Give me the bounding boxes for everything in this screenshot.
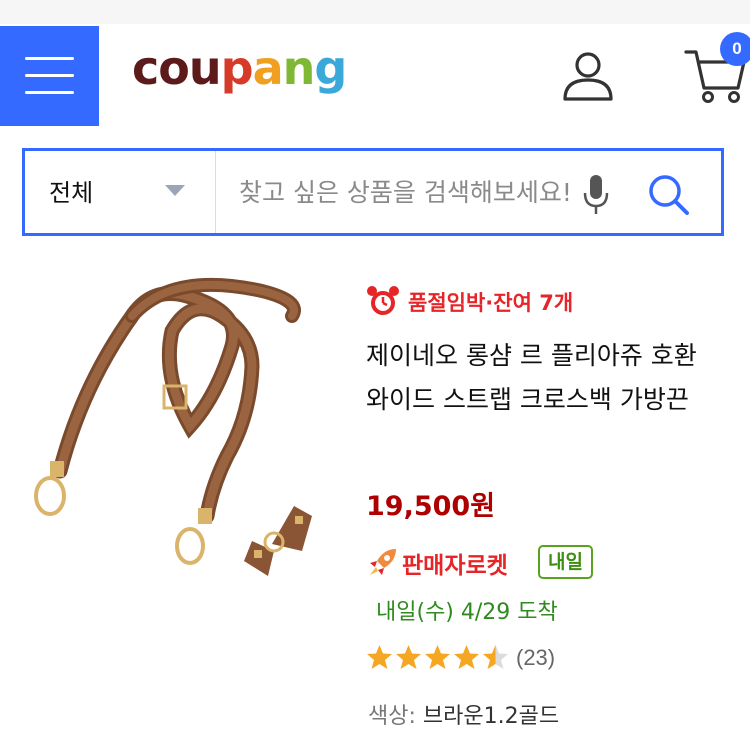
status-bar xyxy=(0,0,750,24)
star-icon xyxy=(425,645,450,669)
search-input[interactable] xyxy=(239,169,579,215)
product-title[interactable]: 제이네오 롱샴 르 플리아쥬 호환 와이드 스트랩 크로스백 가방끈 xyxy=(366,334,726,422)
product-image[interactable] xyxy=(12,276,352,616)
logo-letter: c xyxy=(132,41,159,95)
color-option: 색상: 브라운1.2골드 xyxy=(368,698,559,730)
chevron-down-icon xyxy=(165,185,185,196)
cart-count-badge: 0 xyxy=(720,32,750,66)
delivery-badge: 내일 xyxy=(538,545,593,579)
star-icon xyxy=(367,645,392,669)
star-icon xyxy=(483,645,508,669)
review-count[interactable]: (23) xyxy=(516,645,555,671)
search-category-label: 전체 xyxy=(49,179,94,207)
star-icon xyxy=(396,645,421,669)
star-icon xyxy=(454,645,479,669)
arrival-date: 내일(수) 4/29 도착 xyxy=(376,600,558,625)
header xyxy=(0,24,750,126)
search-icon[interactable] xyxy=(647,173,691,217)
logo-letter: g xyxy=(314,41,347,95)
menu-button[interactable] xyxy=(0,26,99,126)
user-icon[interactable] xyxy=(562,50,614,102)
coupang-logo[interactable]: coupang xyxy=(132,38,347,98)
color-option-value: 브라운1.2골드 xyxy=(422,704,560,729)
menu-icon-line xyxy=(25,57,74,60)
rocket-icon xyxy=(370,549,396,575)
logo-letter: n xyxy=(282,41,316,95)
color-option-key: 색상: xyxy=(368,704,416,729)
search-bar: 전체 xyxy=(22,148,724,236)
mic-icon[interactable] xyxy=(581,173,611,217)
menu-icon-line xyxy=(25,91,74,94)
menu-icon-line xyxy=(25,74,74,77)
logo-letter: p xyxy=(220,41,254,95)
search-category-select[interactable]: 전체 xyxy=(25,151,216,233)
logo-letter: u xyxy=(188,41,222,95)
logo-letter: o xyxy=(158,41,190,95)
product-price: 19,500원 xyxy=(366,491,496,522)
alarm-clock-icon xyxy=(367,286,399,315)
logo-letter: a xyxy=(252,41,284,95)
delivery-label: 판매자로켓 xyxy=(402,553,508,579)
stock-urgency-text: 품절임박·잔여 7개 xyxy=(408,291,574,315)
